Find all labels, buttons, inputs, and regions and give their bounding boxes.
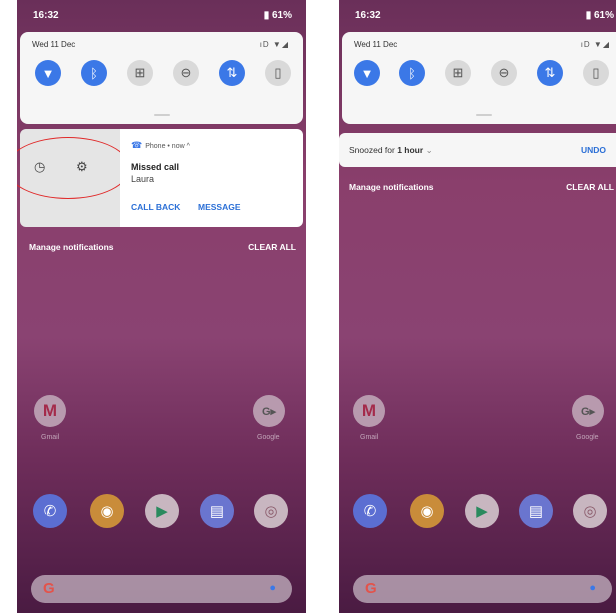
google-label: Google [576, 434, 599, 441]
notification-row: ◷ ⚙ ☎ Phone • now ^ Missed call Laura CAL… [17, 129, 303, 227]
phone-app-icon[interactable]: ✆ [33, 494, 67, 528]
drag-handle[interactable] [153, 114, 170, 116]
quick-settings-panel: Wed 11 Dec ıD ▼◢ ▼ ᛒ ⊞ ⊖ ⇅ ▯ [342, 32, 616, 124]
dnd-icon[interactable]: ⊖ [173, 60, 199, 86]
data-icon[interactable]: ⇅ [219, 60, 245, 86]
snoozed-prefix: Snoozed for [349, 145, 398, 155]
bluetooth-icon[interactable]: ᛒ [399, 60, 425, 86]
snoozed-text: Snoozed for 1 hour ⌄ [349, 145, 433, 156]
drag-handle[interactable] [476, 114, 492, 116]
google-logo-icon: G [365, 580, 377, 597]
battery-indicator: ▮ 61% [263, 10, 292, 21]
play-store-icon[interactable]: ▶ [145, 494, 179, 528]
play-store-icon[interactable]: ▶ [465, 494, 499, 528]
undo-button[interactable]: UNDO [581, 145, 606, 155]
camera-app-icon[interactable]: ◎ [573, 494, 607, 528]
phone-missed-icon: ☎ [131, 140, 143, 150]
status-time: 16:32 [355, 10, 381, 21]
messages-app-icon[interactable]: ▤ [519, 494, 553, 528]
chrome-app-icon[interactable]: ◉ [410, 494, 444, 528]
snoozed-banner: Snoozed for 1 hour ⌄ UNDO [339, 133, 616, 167]
chevron-down-icon[interactable]: ⌄ [426, 145, 433, 155]
gmail-app-icon[interactable]: M [34, 395, 66, 427]
wifi-icon[interactable]: ▼ [354, 60, 380, 86]
qs-date: Wed 11 Dec [32, 40, 76, 49]
battery-saver-icon[interactable]: ⊞ [127, 60, 153, 86]
bluetooth-icon[interactable]: ᛒ [81, 60, 107, 86]
manage-notifications-link[interactable]: Manage notifications [349, 182, 434, 192]
data-icon[interactable]: ⇅ [537, 60, 563, 86]
search-bar[interactable]: G ● [353, 575, 612, 603]
qs-tiles: ▼ ᛒ ⊞ ⊖ ⇅ ▯ [342, 60, 616, 92]
camera-app-icon[interactable]: ◎ [254, 494, 288, 528]
gmail-app-icon[interactable]: M [353, 395, 385, 427]
qs-date: Wed 11 Dec [354, 40, 398, 49]
mic-icon[interactable]: ● [589, 582, 596, 594]
notification-header: ☎ Phone • now ^ [131, 140, 190, 151]
highlight-circle [17, 137, 130, 199]
status-bar: 16:32 ▮ 61% [17, 0, 306, 28]
clear-all-button[interactable]: CLEAR ALL [248, 242, 296, 252]
system-icons: ıD ▼◢ [259, 40, 289, 49]
wifi-icon[interactable]: ▼ [35, 60, 61, 86]
phone-screen-right: 16:32 ▮ 61% Wed 11 Dec ıD ▼◢ ▼ ᛒ ⊞ ⊖ ⇅ ▯… [339, 0, 616, 613]
search-bar[interactable]: G ● [31, 575, 292, 603]
gmail-label: Gmail [360, 434, 379, 441]
manage-notifications-link[interactable]: Manage notifications [29, 242, 114, 252]
status-time: 16:32 [33, 10, 59, 21]
system-icons: ıD ▼◢ [580, 40, 610, 49]
notification-subtitle: Laura [131, 174, 155, 184]
google-folder-icon[interactable]: G▸ [253, 395, 285, 427]
phone-screen-left: 16:32 ▮ 61% Wed 11 Dec ıD ▼◢ ▼ ᛒ ⊞ ⊖ ⇅ ▯… [17, 0, 306, 613]
notification-swipe-actions: ◷ ⚙ [17, 129, 130, 227]
google-label: Google [257, 434, 280, 441]
snooze-duration[interactable]: 1 hour [397, 145, 423, 155]
messages-app-icon[interactable]: ▤ [200, 494, 234, 528]
chrome-app-icon[interactable]: ◉ [90, 494, 124, 528]
dnd-icon[interactable]: ⊖ [491, 60, 517, 86]
google-logo-icon: G [43, 580, 55, 597]
qs-tiles: ▼ ᛒ ⊞ ⊖ ⇅ ▯ [20, 60, 303, 92]
status-bar: 16:32 ▮ 61% [339, 0, 616, 28]
notification-title: Missed call [131, 162, 180, 172]
mic-icon[interactable]: ● [269, 582, 276, 594]
call-back-button[interactable]: CALL BACK [131, 202, 180, 212]
message-button[interactable]: MESSAGE [198, 202, 241, 212]
quick-settings-panel: Wed 11 Dec ıD ▼◢ ▼ ᛒ ⊞ ⊖ ⇅ ▯ [20, 32, 303, 124]
google-folder-icon[interactable]: G▸ [572, 395, 604, 427]
battery-indicator: ▮ 61% [585, 10, 614, 21]
clear-all-button[interactable]: CLEAR ALL [566, 182, 614, 192]
notification-app-line: Phone • now ^ [145, 143, 190, 150]
flashlight-icon[interactable]: ▯ [583, 60, 609, 86]
gmail-label: Gmail [41, 434, 60, 441]
flashlight-icon[interactable]: ▯ [265, 60, 291, 86]
notification-card[interactable]: ☎ Phone • now ^ Missed call Laura CALL BA… [120, 129, 303, 227]
phone-app-icon[interactable]: ✆ [353, 494, 387, 528]
battery-saver-icon[interactable]: ⊞ [445, 60, 471, 86]
